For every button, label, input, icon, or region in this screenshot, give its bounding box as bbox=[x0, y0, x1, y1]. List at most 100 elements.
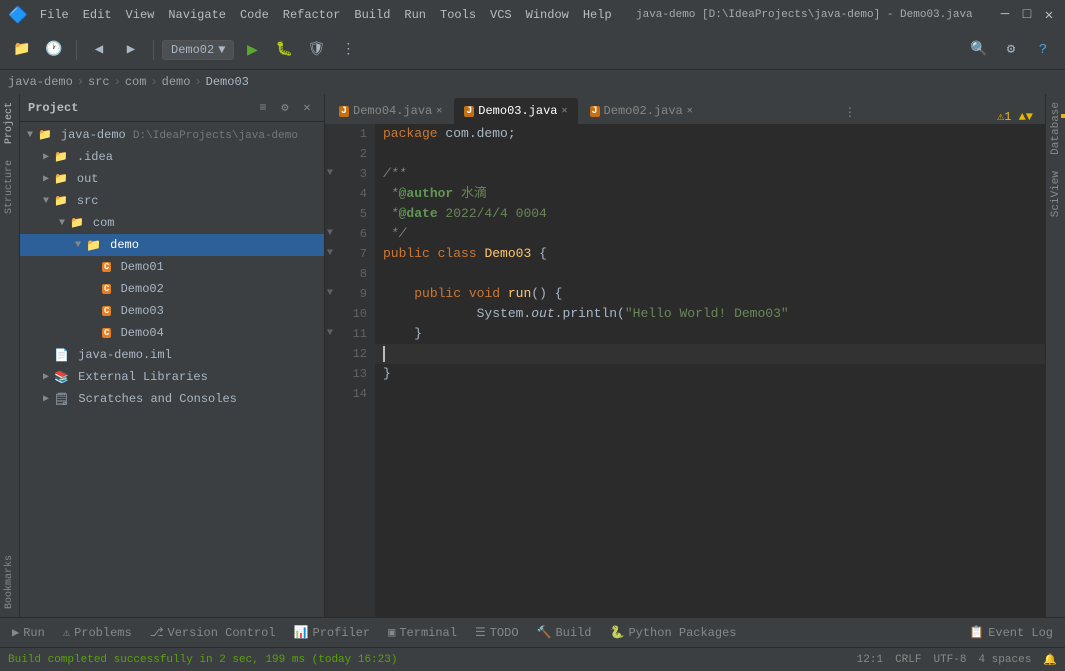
line-number: 10 bbox=[353, 304, 367, 324]
run-config-selector[interactable]: Demo02 ▼ bbox=[162, 40, 234, 60]
breadcrumb-part-4[interactable]: demo bbox=[162, 75, 191, 89]
tree-item-root[interactable]: ▼ 📁 java-demo D:\IdeaProjects\java-demo bbox=[20, 124, 324, 146]
arrow-icon: ▶ bbox=[40, 371, 52, 383]
line-ending[interactable]: CRLF bbox=[895, 654, 921, 666]
minimize-button[interactable]: ─ bbox=[997, 7, 1013, 23]
menu-file[interactable]: File bbox=[40, 8, 69, 22]
fold-arrow-icon[interactable]: ▼ bbox=[327, 284, 333, 304]
file-tree: ▼ 📁 java-demo D:\IdeaProjects\java-demo … bbox=[20, 122, 324, 617]
fold-arrow-icon[interactable]: ▼ bbox=[327, 164, 333, 184]
code-line-10: System. out .println( "Hello World! Demo… bbox=[375, 304, 1045, 324]
settings-btn[interactable]: ⚙ bbox=[997, 36, 1025, 64]
bottom-tab-terminal[interactable]: ▣ Terminal bbox=[380, 620, 465, 646]
bottom-tab-problems[interactable]: ⚠ Problems bbox=[55, 620, 140, 646]
indent-setting[interactable]: 4 spaces bbox=[978, 654, 1031, 666]
gutter-line-3: ▼ 3 bbox=[325, 164, 375, 184]
comment: * bbox=[383, 204, 399, 224]
bottom-tab-python[interactable]: 🐍 Python Packages bbox=[602, 620, 745, 646]
menu-navigate[interactable]: Navigate bbox=[168, 8, 226, 22]
help-btn[interactable]: ? bbox=[1029, 36, 1057, 64]
breadcrumb-part-3[interactable]: com bbox=[125, 75, 147, 89]
tab-close-btn[interactable]: ✕ bbox=[562, 105, 568, 117]
panel-settings-btn[interactable]: ⚙ bbox=[276, 99, 294, 117]
fold-arrow-icon[interactable]: ▼ bbox=[327, 324, 333, 344]
tree-item-scratches[interactable]: ▶ 🗒 Scratches and Consoles bbox=[20, 388, 324, 410]
code-line-12[interactable] bbox=[375, 344, 1045, 364]
menu-window[interactable]: Window bbox=[526, 8, 569, 22]
cursor-position[interactable]: 12:1 bbox=[857, 654, 883, 666]
bottom-tab-todo[interactable]: ☰ TODO bbox=[467, 620, 527, 646]
run-icon: ▶ bbox=[12, 625, 19, 640]
code-content[interactable]: package com.demo; /** * @author 水滴 bbox=[375, 124, 1045, 617]
run-config-chevron: ▼ bbox=[218, 43, 225, 57]
bottom-tab-profiler[interactable]: 📊 Profiler bbox=[286, 620, 379, 646]
close-button[interactable]: ✕ bbox=[1041, 7, 1057, 23]
tree-item-ext-libs[interactable]: ▶ 📚 External Libraries bbox=[20, 366, 324, 388]
toolbar-nav-back[interactable]: ◀ bbox=[85, 36, 113, 64]
breadcrumb-part-2[interactable]: src bbox=[88, 75, 110, 89]
breadcrumb-part-5[interactable]: Demo03 bbox=[206, 75, 249, 89]
sidebar-database-label[interactable]: Database bbox=[1048, 94, 1064, 163]
tab-more-btn[interactable]: ⋮ bbox=[840, 101, 860, 124]
tab-demo03[interactable]: J Demo03.java ✕ bbox=[454, 98, 577, 124]
encoding[interactable]: UTF-8 bbox=[933, 654, 966, 666]
debug-button[interactable]: 🐛 bbox=[270, 36, 298, 64]
tree-item-demo01[interactable]: C Demo01 bbox=[20, 256, 324, 278]
tab-close-btn[interactable]: ✕ bbox=[687, 105, 693, 117]
sidebar-sciview-label[interactable]: SciView bbox=[1048, 163, 1064, 225]
tree-item-demo04[interactable]: C Demo04 bbox=[20, 322, 324, 344]
keyword: package bbox=[383, 124, 438, 144]
toolbar-project-btn[interactable]: 📁 bbox=[8, 36, 36, 64]
bottom-tab-build[interactable]: 🔨 Build bbox=[529, 620, 600, 646]
tree-item-iml[interactable]: 📄 java-demo.iml bbox=[20, 344, 324, 366]
status-bar: Build completed successfully in 2 sec, 1… bbox=[0, 647, 1065, 671]
tree-item-demo02[interactable]: C Demo02 bbox=[20, 278, 324, 300]
menu-build[interactable]: Build bbox=[354, 8, 390, 22]
tab-close-btn[interactable]: ✕ bbox=[436, 105, 442, 117]
left-tab-bookmarks[interactable]: Bookmarks bbox=[2, 547, 17, 617]
more-run-tools[interactable]: ⋮ bbox=[334, 36, 362, 64]
toolbar-recent-btn[interactable]: 🕐 bbox=[40, 36, 68, 64]
bottom-tab-vcs[interactable]: ⎇ Version Control bbox=[142, 620, 284, 646]
project-panel-title: Project bbox=[28, 101, 250, 115]
menu-edit[interactable]: Edit bbox=[83, 8, 112, 22]
maximize-button[interactable]: □ bbox=[1019, 7, 1035, 23]
menu-run[interactable]: Run bbox=[404, 8, 426, 22]
menu-tools[interactable]: Tools bbox=[440, 8, 476, 22]
event-log-btn[interactable]: 📋 Event Log bbox=[961, 620, 1061, 646]
tree-item-demo03[interactable]: C Demo03 bbox=[20, 300, 324, 322]
tree-item-demo[interactable]: ▼ 📁 demo bbox=[20, 234, 324, 256]
search-everywhere-btn[interactable]: 🔍 bbox=[965, 36, 993, 64]
left-tab-project[interactable]: Project bbox=[2, 94, 17, 152]
code-line-3: /** bbox=[375, 164, 1045, 184]
menu-view[interactable]: View bbox=[126, 8, 155, 22]
panel-close-btn[interactable]: ✕ bbox=[298, 99, 316, 117]
panel-scope-btn[interactable]: ≡ bbox=[254, 99, 272, 117]
tree-label: demo bbox=[103, 238, 139, 252]
run-button[interactable]: ▶ bbox=[238, 36, 266, 64]
tree-item-idea[interactable]: ▶ 📁 .idea bbox=[20, 146, 324, 168]
menu-refactor[interactable]: Refactor bbox=[283, 8, 341, 22]
run-with-coverage[interactable]: 🛡 bbox=[302, 36, 330, 64]
notifications-icon[interactable]: 🔔 bbox=[1043, 653, 1057, 667]
tree-item-out[interactable]: ▶ 📁 out bbox=[20, 168, 324, 190]
menu-vcs[interactable]: VCS bbox=[490, 8, 512, 22]
tab-demo02[interactable]: J Demo02.java ✕ bbox=[580, 98, 703, 124]
folder-icon: 📁 bbox=[54, 172, 68, 186]
menu-code[interactable]: Code bbox=[240, 8, 269, 22]
run-config-label: Demo02 bbox=[171, 43, 214, 57]
bottom-tab-run[interactable]: ▶ Run bbox=[4, 620, 53, 646]
code-line-4: * @author 水滴 bbox=[375, 184, 1045, 204]
tab-demo04[interactable]: J Demo04.java ✕ bbox=[329, 98, 452, 124]
menu-help[interactable]: Help bbox=[583, 8, 612, 22]
toolbar-nav-fwd[interactable]: ▶ bbox=[117, 36, 145, 64]
fold-arrow-icon[interactable]: ▼ bbox=[327, 244, 333, 264]
breadcrumb-part-1[interactable]: java-demo bbox=[8, 75, 73, 89]
fold-arrow-icon[interactable]: ▼ bbox=[327, 224, 333, 244]
tree-item-com[interactable]: ▼ 📁 com bbox=[20, 212, 324, 234]
tree-item-src[interactable]: ▼ 📁 src bbox=[20, 190, 324, 212]
left-tab-structure[interactable]: Structure bbox=[2, 152, 17, 222]
code-editor[interactable]: 1 2 ▼ 3 4 5 ▼ 6 ▼ 7 8 ▼ 9 bbox=[325, 124, 1045, 617]
line-number: 6 bbox=[360, 224, 367, 244]
bottom-tab-label: Run bbox=[23, 626, 45, 640]
